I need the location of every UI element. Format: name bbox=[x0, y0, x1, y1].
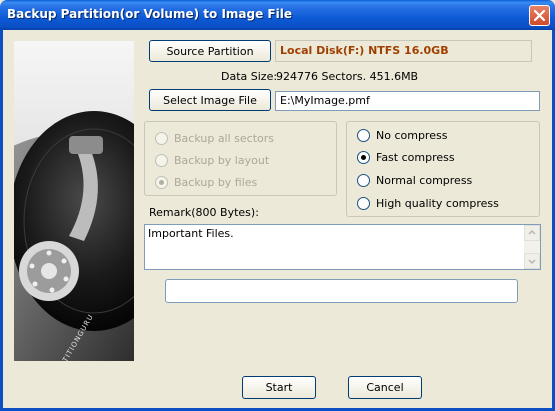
data-size-label: Data Size: bbox=[221, 70, 278, 83]
backup-all-sectors-radio[interactable] bbox=[155, 132, 168, 145]
backup-by-files-radio[interactable] bbox=[155, 176, 168, 189]
normal-compress-option[interactable]: Normal compress bbox=[357, 174, 472, 187]
no-compress-option[interactable]: No compress bbox=[357, 129, 447, 142]
chevron-up-icon bbox=[528, 229, 536, 235]
high-quality-compress-option[interactable]: High quality compress bbox=[357, 197, 499, 210]
remark-scrollbar[interactable] bbox=[524, 225, 540, 269]
remark-label: Remark(800 Bytes): bbox=[149, 206, 259, 219]
normal-compress-radio[interactable] bbox=[357, 174, 370, 187]
scroll-down-button[interactable] bbox=[524, 253, 540, 269]
normal-compress-label: Normal compress bbox=[376, 174, 473, 187]
remark-textarea[interactable]: Important Files. bbox=[144, 224, 541, 270]
cancel-button[interactable]: Cancel bbox=[348, 376, 422, 399]
hard-disk-image: PARTITIONGURU bbox=[14, 41, 134, 361]
title-bar: Backup Partition(or Volume) to Image Fil… bbox=[0, 0, 555, 30]
remark-text: Important Files. bbox=[148, 227, 234, 240]
start-button[interactable]: Start bbox=[242, 376, 316, 399]
backup-by-layout-radio[interactable] bbox=[155, 154, 168, 167]
compression-group: No compress Fast compress Normal compres… bbox=[346, 121, 540, 217]
chevron-down-icon bbox=[528, 259, 536, 265]
no-compress-label: No compress bbox=[376, 129, 448, 142]
source-partition-value: Local Disk(F:) NTFS 16.0GB bbox=[275, 40, 532, 62]
fast-compress-radio[interactable] bbox=[357, 151, 370, 164]
high-quality-compress-label: High quality compress bbox=[376, 197, 499, 210]
close-button[interactable] bbox=[529, 5, 550, 26]
data-size-value: 924776 Sectors. 451.6MB bbox=[276, 70, 419, 83]
scroll-up-button[interactable] bbox=[524, 225, 540, 241]
high-quality-compress-radio[interactable] bbox=[357, 197, 370, 210]
close-icon bbox=[534, 10, 545, 21]
fast-compress-label: Fast compress bbox=[376, 151, 455, 164]
hard-disk-icon: PARTITIONGURU bbox=[14, 111, 134, 361]
backup-by-layout-option[interactable]: Backup by layout bbox=[155, 154, 269, 167]
backup-by-files-label: Backup by files bbox=[174, 176, 258, 189]
no-compress-radio[interactable] bbox=[357, 129, 370, 142]
image-file-path-input[interactable]: E:\MyImage.pmf bbox=[275, 91, 540, 111]
source-partition-button[interactable]: Source Partition bbox=[149, 40, 271, 62]
backup-by-layout-label: Backup by layout bbox=[174, 154, 270, 167]
backup-by-files-option[interactable]: Backup by files bbox=[155, 176, 257, 189]
backup-all-sectors-option[interactable]: Backup all sectors bbox=[155, 132, 274, 145]
progress-bar bbox=[165, 279, 518, 303]
window-title: Backup Partition(or Volume) to Image Fil… bbox=[7, 7, 292, 21]
backup-all-sectors-label: Backup all sectors bbox=[174, 132, 275, 145]
backup-mode-group: Backup all sectors Backup by layout Back… bbox=[144, 121, 337, 196]
fast-compress-option[interactable]: Fast compress bbox=[357, 151, 455, 164]
select-image-file-button[interactable]: Select Image File bbox=[149, 89, 271, 111]
